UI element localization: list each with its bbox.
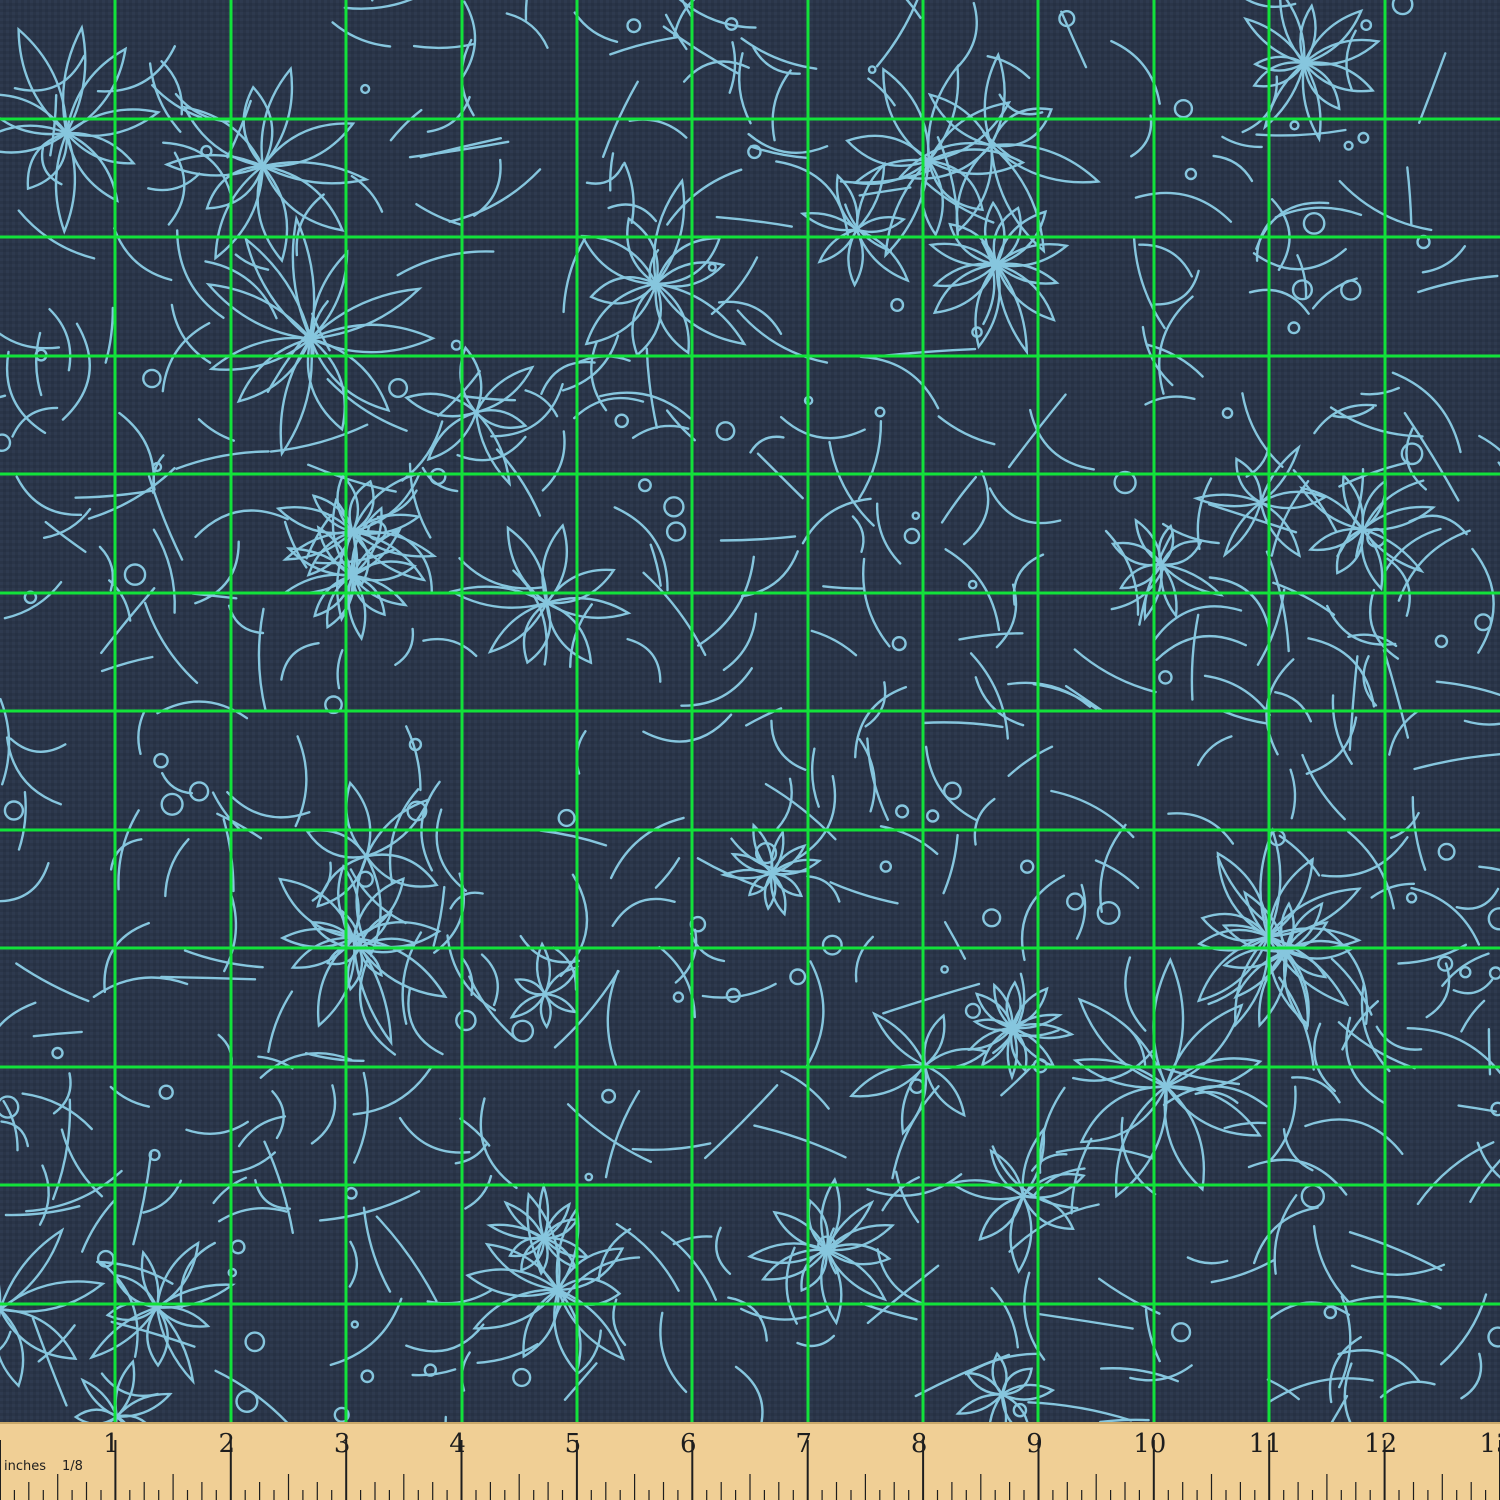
ruler-inch-number: 2: [219, 1429, 236, 1459]
ruler-inch-number: 5: [565, 1429, 582, 1459]
ruler-inch-number: 12: [1364, 1429, 1397, 1459]
ruler-inch-number: 6: [680, 1429, 697, 1459]
measuring-ruler: 12345678910111213 inches 1/8: [0, 1422, 1500, 1500]
ruler-fraction-label: 1/8: [62, 1459, 83, 1474]
fabric-swatch-view: 12345678910111213 inches 1/8: [0, 0, 1500, 1500]
ruler-inch-number: 3: [334, 1429, 351, 1459]
ruler-inch-number: 1: [103, 1429, 120, 1459]
ruler-inch-number: 9: [1026, 1429, 1043, 1459]
ruler-inch-number: 10: [1133, 1429, 1166, 1459]
ruler-inch-number: 7: [795, 1429, 812, 1459]
ruler-inch-number: 8: [911, 1429, 928, 1459]
ruler-inch-number: 13: [1479, 1429, 1500, 1459]
ruler-inch-number: 4: [449, 1429, 466, 1459]
ruler-inch-number: 11: [1249, 1429, 1282, 1459]
fabric-pattern: [0, 0, 1500, 1422]
ruler-units-label: inches: [4, 1459, 46, 1474]
